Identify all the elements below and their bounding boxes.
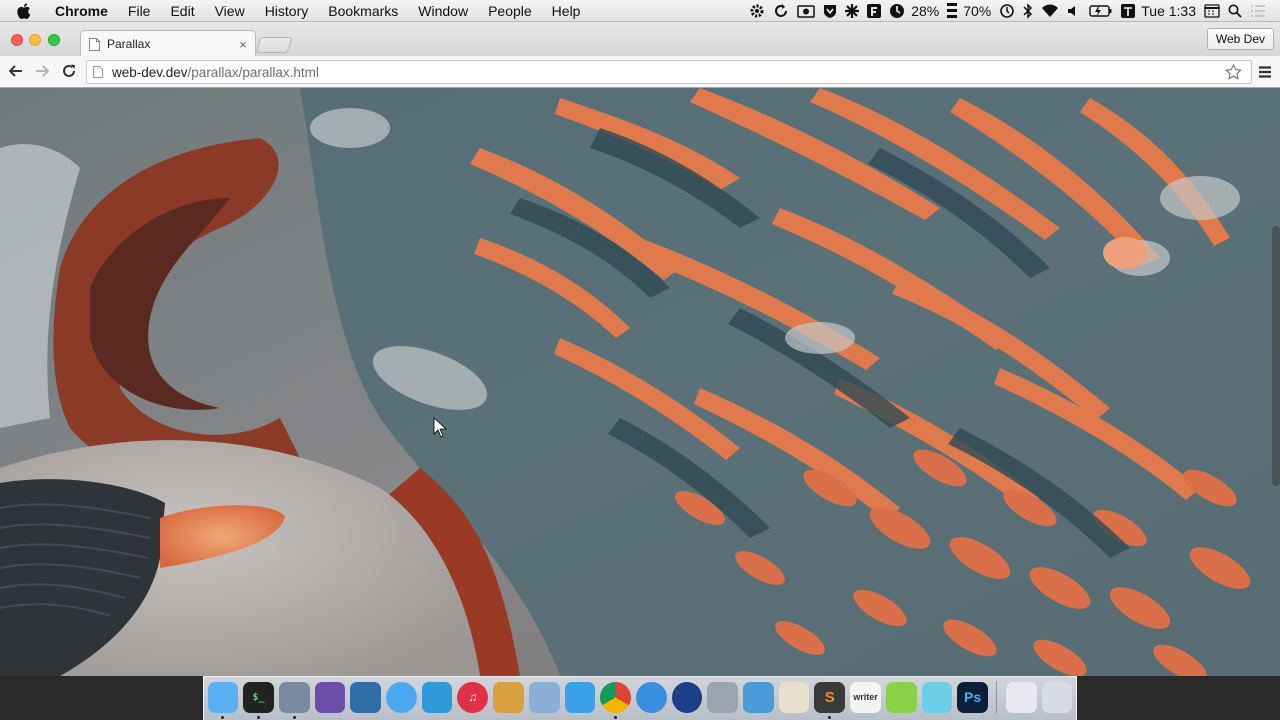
new-tab-button[interactable] bbox=[255, 37, 293, 53]
battery-percent[interactable]: 70% bbox=[963, 0, 991, 22]
dock-finder-icon[interactable] bbox=[207, 681, 239, 719]
profile-button[interactable]: Web Dev bbox=[1206, 28, 1274, 50]
menu-people[interactable]: People bbox=[478, 0, 542, 22]
page-scrollbar[interactable] bbox=[1272, 226, 1280, 486]
dock-cloudapp-icon[interactable] bbox=[314, 681, 346, 713]
tab-title: Parallax bbox=[107, 37, 151, 51]
dock-textmate-icon[interactable] bbox=[278, 681, 310, 719]
running-indicator bbox=[828, 715, 832, 719]
dock-launchpad-folder-icon[interactable] bbox=[1005, 681, 1037, 713]
url-host: web-dev.dev bbox=[112, 64, 188, 80]
dock-package-icon[interactable] bbox=[493, 681, 524, 713]
time-machine-icon[interactable] bbox=[999, 0, 1015, 22]
window-close-button[interactable] bbox=[11, 34, 23, 46]
dock-textedit-icon[interactable] bbox=[778, 681, 810, 713]
keyboard-icon[interactable] bbox=[1121, 0, 1136, 22]
dock-messages-icon[interactable] bbox=[386, 681, 417, 713]
back-arrow-icon[interactable] bbox=[7, 62, 25, 80]
f-icon[interactable] bbox=[867, 0, 882, 22]
dock-trash-icon[interactable] bbox=[1041, 681, 1073, 713]
browser-toolbar: web-dev.dev/parallax/parallax.html bbox=[0, 56, 1280, 88]
menu-file[interactable]: File bbox=[118, 0, 161, 22]
dock-terminal-icon[interactable]: $_ bbox=[243, 681, 274, 719]
gear-icon[interactable] bbox=[749, 0, 765, 22]
status-menu-area: 28% 70% Tue 1:33 bbox=[745, 0, 1280, 22]
dock-safari-icon[interactable] bbox=[635, 681, 667, 713]
apple-menu-icon[interactable] bbox=[17, 2, 35, 19]
camera-icon[interactable] bbox=[797, 0, 815, 22]
activity-icon[interactable] bbox=[889, 0, 905, 22]
dock-imageoptim-icon[interactable] bbox=[743, 681, 774, 713]
reload-icon[interactable] bbox=[60, 62, 78, 80]
menu-history[interactable]: History bbox=[255, 0, 319, 22]
page-content[interactable] bbox=[0, 88, 1280, 676]
menu-window[interactable]: Window bbox=[408, 0, 478, 22]
tab-strip: Parallax × Web Dev bbox=[0, 22, 1280, 57]
menu-chrome[interactable]: Chrome bbox=[49, 0, 118, 22]
address-bar[interactable]: web-dev.dev/parallax/parallax.html bbox=[86, 60, 1252, 84]
chrome-menu-icon[interactable] bbox=[1258, 65, 1272, 79]
url-path: /parallax/parallax.html bbox=[187, 64, 319, 80]
menu-view[interactable]: View bbox=[205, 0, 255, 22]
dock-colorsnapper-icon[interactable] bbox=[885, 681, 917, 713]
dock-preview-icon[interactable] bbox=[528, 681, 560, 713]
bluetooth-icon[interactable] bbox=[1023, 0, 1033, 22]
running-indicator bbox=[614, 715, 618, 719]
window-minimize-button[interactable] bbox=[29, 34, 41, 46]
window-maximize-button[interactable] bbox=[48, 34, 60, 46]
menu-edit[interactable]: Edit bbox=[160, 0, 204, 22]
running-indicator bbox=[221, 715, 225, 719]
forward-arrow-icon[interactable] bbox=[33, 62, 51, 80]
dock-chrome-icon[interactable] bbox=[600, 681, 631, 719]
page-icon bbox=[93, 66, 103, 78]
wifi-icon[interactable] bbox=[1041, 0, 1059, 22]
menu-bar: Chrome File Edit View History Bookmarks … bbox=[0, 0, 1280, 22]
page-favicon-icon bbox=[89, 37, 100, 51]
dock-sketch-pad-icon[interactable] bbox=[921, 681, 953, 713]
volume-icon[interactable] bbox=[1067, 0, 1081, 22]
tab-parallax[interactable]: Parallax × bbox=[80, 30, 256, 57]
running-indicator bbox=[257, 715, 261, 719]
running-indicator bbox=[292, 715, 296, 719]
dock-itunes-icon[interactable]: ♫ bbox=[457, 681, 489, 713]
shield-icon[interactable] bbox=[823, 0, 837, 22]
bookmark-star-icon[interactable] bbox=[1225, 63, 1243, 81]
dock-firefox-nightly-icon[interactable] bbox=[671, 681, 703, 713]
dock-sublime-text-icon[interactable]: S bbox=[814, 681, 846, 719]
tab-close-icon[interactable]: × bbox=[235, 37, 251, 52]
dock-separator bbox=[996, 681, 998, 713]
menu-bookmarks[interactable]: Bookmarks bbox=[318, 0, 408, 22]
notifications-icon[interactable] bbox=[1250, 0, 1266, 22]
dock-system-preferences-window-icon[interactable] bbox=[707, 681, 739, 713]
cpu-percent[interactable]: 28% bbox=[911, 0, 939, 22]
dock: $_ ♫ Swriter Ps bbox=[205, 678, 1075, 719]
dock-trello-icon[interactable] bbox=[350, 681, 382, 713]
dock-app-store-icon[interactable] bbox=[564, 681, 596, 713]
dock-writer-icon[interactable]: writer bbox=[850, 681, 881, 713]
calendar-icon[interactable] bbox=[1204, 0, 1220, 22]
battery-icon[interactable] bbox=[1089, 0, 1113, 22]
dock-photoshop-icon[interactable]: Ps bbox=[957, 681, 988, 713]
speed-icon[interactable] bbox=[947, 0, 958, 22]
mars-dunes-photo bbox=[0, 88, 1280, 676]
dock-twitter-icon[interactable] bbox=[421, 681, 453, 713]
spotlight-icon[interactable] bbox=[1228, 0, 1242, 22]
cross-icon[interactable] bbox=[845, 0, 860, 22]
menu-help[interactable]: Help bbox=[542, 0, 591, 22]
clock[interactable]: Tue 1:33 bbox=[1141, 0, 1196, 22]
sync-icon[interactable] bbox=[773, 0, 789, 22]
